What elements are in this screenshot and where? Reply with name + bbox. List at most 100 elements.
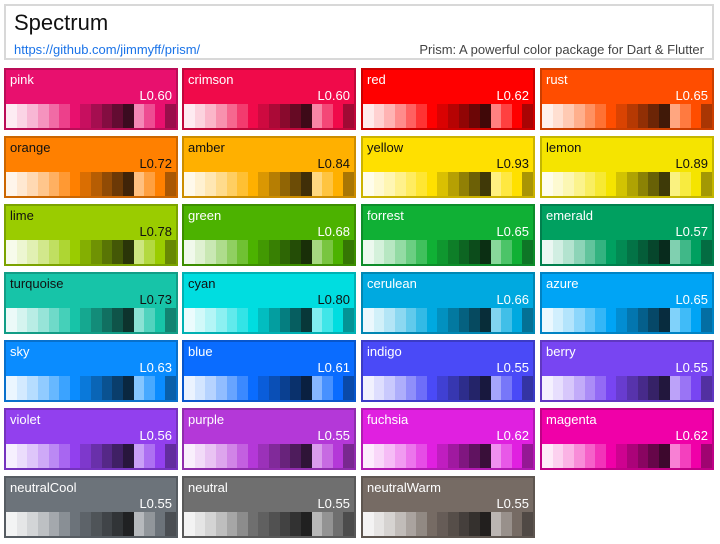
- color-swatch: [226, 444, 238, 468]
- color-swatch: [154, 376, 166, 400]
- color-swatch: [627, 308, 638, 332]
- color-swatch: [669, 444, 681, 468]
- color-swatch: [426, 240, 438, 264]
- color-swatch: [69, 240, 81, 264]
- color-swatch: [479, 308, 491, 332]
- color-swatch: [226, 512, 238, 536]
- swatch-strip: [6, 104, 176, 128]
- swatch-strip: [363, 172, 533, 196]
- palette-card-cerulean: cerulean L0.66: [361, 272, 535, 334]
- color-swatch: [165, 512, 176, 536]
- color-swatch: [258, 104, 269, 128]
- color-swatch: [405, 240, 417, 264]
- color-swatch: [426, 512, 438, 536]
- color-swatch: [490, 308, 502, 332]
- color-swatch: [479, 240, 491, 264]
- color-swatch: [563, 240, 574, 264]
- color-swatch: [701, 376, 712, 400]
- color-swatch: [122, 104, 134, 128]
- color-swatch: [215, 172, 227, 196]
- color-swatch: [91, 240, 102, 264]
- color-swatch: [690, 104, 702, 128]
- color-swatch: [469, 172, 480, 196]
- swatch-strip: [6, 240, 176, 264]
- color-swatch: [448, 512, 459, 536]
- color-swatch: [194, 308, 206, 332]
- color-swatch: [122, 376, 134, 400]
- color-swatch: [363, 104, 374, 128]
- palette-lightness: L0.73: [139, 292, 172, 307]
- swatch-strip: [184, 240, 354, 264]
- color-swatch: [122, 512, 134, 536]
- palette-lightness: L0.60: [139, 88, 172, 103]
- palette-name: violet: [10, 412, 41, 427]
- color-swatch: [122, 308, 134, 332]
- color-swatch: [595, 444, 606, 468]
- palette-name: crimson: [188, 72, 234, 87]
- color-swatch: [6, 308, 17, 332]
- color-swatch: [490, 444, 502, 468]
- color-swatch: [343, 240, 354, 264]
- palette-card-berry: berry L0.55: [540, 340, 714, 402]
- color-swatch: [165, 308, 176, 332]
- color-swatch: [384, 444, 395, 468]
- color-swatch: [101, 240, 113, 264]
- color-swatch: [37, 444, 49, 468]
- color-swatch: [247, 444, 259, 468]
- color-swatch: [215, 240, 227, 264]
- color-swatch: [6, 172, 17, 196]
- color-swatch: [469, 376, 480, 400]
- color-swatch: [416, 444, 427, 468]
- color-swatch: [437, 512, 448, 536]
- color-swatch: [522, 308, 533, 332]
- color-swatch: [595, 376, 606, 400]
- color-swatch: [552, 104, 564, 128]
- color-swatch: [332, 512, 344, 536]
- color-swatch: [479, 104, 491, 128]
- color-swatch: [16, 512, 28, 536]
- palette-lightness: L0.72: [139, 156, 172, 171]
- color-swatch: [91, 172, 102, 196]
- color-swatch: [658, 444, 670, 468]
- color-swatch: [258, 444, 269, 468]
- palette-card-azure: azure L0.65: [540, 272, 714, 334]
- color-swatch: [237, 308, 248, 332]
- color-swatch: [479, 376, 491, 400]
- color-swatch: [637, 240, 649, 264]
- color-swatch: [258, 240, 269, 264]
- color-swatch: [426, 172, 438, 196]
- color-swatch: [501, 104, 512, 128]
- color-swatch: [573, 376, 585, 400]
- color-swatch: [27, 444, 38, 468]
- color-swatch: [6, 376, 17, 400]
- color-swatch: [184, 240, 195, 264]
- color-swatch: [563, 104, 574, 128]
- color-swatch: [133, 376, 145, 400]
- palette-card-lemon: lemon L0.89: [540, 136, 714, 198]
- color-swatch: [690, 240, 702, 264]
- color-swatch: [144, 172, 155, 196]
- color-swatch: [448, 376, 459, 400]
- color-swatch: [144, 240, 155, 264]
- palette-card-green: green L0.68: [182, 204, 356, 266]
- color-swatch: [373, 308, 385, 332]
- palette-card-sky: sky L0.63: [4, 340, 178, 402]
- color-swatch: [584, 240, 596, 264]
- color-swatch: [27, 104, 38, 128]
- color-swatch: [59, 308, 70, 332]
- swatch-strip: [363, 104, 533, 128]
- color-swatch: [343, 444, 354, 468]
- palette-card-lime: lime L0.78: [4, 204, 178, 266]
- color-swatch: [48, 172, 60, 196]
- color-swatch: [669, 104, 681, 128]
- color-swatch: [112, 444, 123, 468]
- color-swatch: [237, 376, 248, 400]
- color-swatch: [112, 376, 123, 400]
- color-swatch: [279, 376, 291, 400]
- color-swatch: [416, 308, 427, 332]
- swatch-strip: [184, 444, 354, 468]
- color-swatch: [437, 104, 448, 128]
- color-swatch: [616, 444, 627, 468]
- github-link[interactable]: https://github.com/jimmyff/prism/: [14, 42, 200, 57]
- color-swatch: [184, 172, 195, 196]
